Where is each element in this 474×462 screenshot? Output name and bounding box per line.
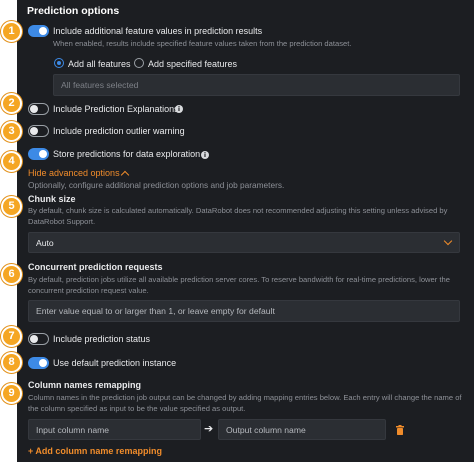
add-column-remapping-button[interactable]: + Add column name remapping bbox=[28, 446, 162, 456]
toggle-knob bbox=[39, 150, 47, 158]
callout-badge-9: 9 bbox=[1, 383, 22, 404]
default-instance-label: Use default prediction instance bbox=[53, 358, 177, 368]
features-field[interactable]: All features selected bbox=[53, 74, 460, 96]
output-column-name-placeholder: Output column name bbox=[226, 424, 306, 435]
callout-badge-6: 6 bbox=[1, 264, 22, 285]
output-column-name-field[interactable]: Output column name bbox=[218, 419, 386, 440]
page-title: Prediction options bbox=[27, 5, 120, 17]
chevron-up-icon[interactable] bbox=[120, 170, 130, 180]
chunk-size-value: Auto bbox=[36, 237, 54, 248]
chunk-size-select[interactable]: Auto bbox=[28, 232, 460, 253]
chunk-size-help: By default, chunk size is calculated aut… bbox=[28, 206, 448, 226]
radio-add-specified-features-label: Add specified features bbox=[148, 59, 238, 69]
concurrent-requests-help: By default, prediction jobs utilize all … bbox=[28, 275, 450, 295]
callout-badge-5: 5 bbox=[1, 196, 22, 217]
chunk-size-title: Chunk size bbox=[28, 194, 76, 204]
radio-add-all-features[interactable] bbox=[54, 58, 64, 68]
callout-badge-4: 4 bbox=[1, 151, 22, 172]
store-predictions-label: Store predictions for data exploration bbox=[53, 149, 201, 159]
concurrent-requests-placeholder: Enter value equal to or larger than 1, o… bbox=[36, 306, 275, 316]
input-column-name-field[interactable]: Input column name bbox=[28, 419, 201, 440]
info-icon[interactable]: i bbox=[175, 105, 183, 113]
column-remapping-help: Column names in the prediction job outpu… bbox=[28, 393, 462, 413]
toggle-knob bbox=[30, 127, 38, 135]
store-predictions-toggle[interactable] bbox=[28, 148, 49, 160]
callout-badge-8: 8 bbox=[1, 352, 22, 373]
toggle-knob bbox=[39, 27, 47, 35]
explanations-toggle[interactable] bbox=[28, 103, 49, 115]
prediction-status-toggle[interactable] bbox=[28, 333, 49, 345]
hide-advanced-options-link[interactable]: Hide advanced options bbox=[28, 168, 120, 178]
include-features-toggle[interactable] bbox=[28, 25, 49, 37]
prediction-status-label: Include prediction status bbox=[53, 334, 151, 344]
concurrent-requests-title: Concurrent prediction requests bbox=[28, 262, 163, 272]
include-features-label: Include additional feature values in pre… bbox=[53, 26, 263, 36]
arrow-right-icon: ➔ bbox=[204, 422, 214, 435]
advanced-help: Optionally, configure additional predict… bbox=[28, 180, 285, 190]
toggle-knob bbox=[39, 359, 47, 367]
outlier-toggle[interactable] bbox=[28, 125, 49, 137]
info-icon[interactable]: i bbox=[201, 151, 209, 159]
default-instance-toggle[interactable] bbox=[28, 357, 49, 369]
callout-badge-3: 3 bbox=[1, 121, 22, 142]
outlier-label: Include prediction outlier warning bbox=[53, 126, 185, 136]
prediction-options-panel: Prediction options Include additional fe… bbox=[17, 0, 474, 462]
column-remapping-title: Column names remapping bbox=[28, 380, 142, 390]
include-features-help: When enabled, results include specified … bbox=[53, 39, 352, 48]
explanations-label: Include Prediction Explanations bbox=[53, 104, 179, 114]
radio-add-all-features-label: Add all features bbox=[68, 59, 131, 69]
features-field-value: All features selected bbox=[61, 80, 139, 90]
trash-icon[interactable] bbox=[396, 425, 404, 435]
concurrent-requests-input[interactable]: Enter value equal to or larger than 1, o… bbox=[28, 300, 460, 322]
callout-badge-1: 1 bbox=[1, 21, 22, 42]
radio-add-specified-features[interactable] bbox=[134, 58, 144, 68]
toggle-knob bbox=[30, 105, 38, 113]
callout-badge-2: 2 bbox=[1, 93, 22, 114]
callout-badge-7: 7 bbox=[1, 326, 22, 347]
toggle-knob bbox=[30, 335, 38, 343]
input-column-name-placeholder: Input column name bbox=[36, 424, 110, 435]
